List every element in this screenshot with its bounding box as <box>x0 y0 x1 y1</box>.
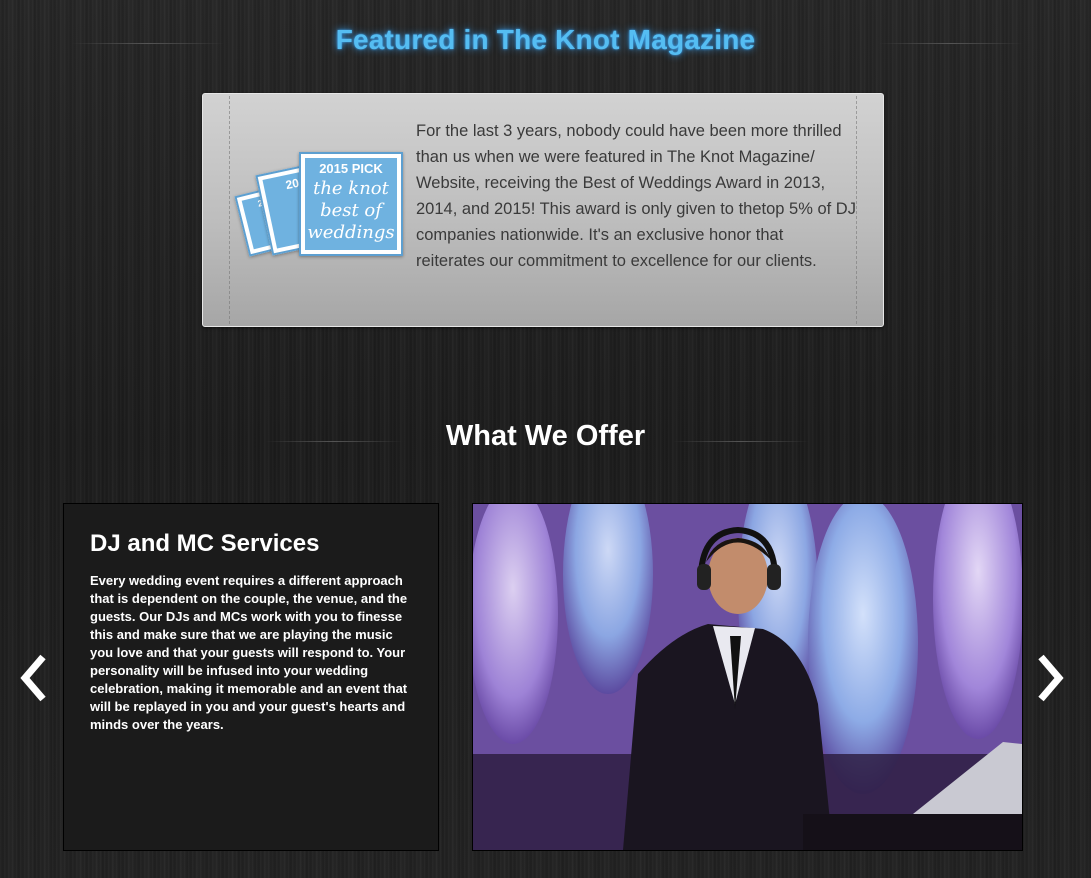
card-stitch-left <box>229 96 230 324</box>
carousel-prev-button[interactable] <box>18 653 48 703</box>
chevron-right-icon <box>1038 654 1064 702</box>
featured-description: For the last 3 years, nobody could have … <box>416 122 856 270</box>
knot-award-card: 2013 2014 2015 PICK the knot best of wed… <box>202 93 884 327</box>
dj-photo-image <box>473 504 1022 850</box>
offer-heading: What We Offer <box>445 420 646 452</box>
award-badge-2015: 2015 PICK the knot best of weddings <box>299 152 403 256</box>
featured-heading: Featured in The Knot Magazine <box>335 24 756 55</box>
service-card: DJ and MC Services Every wedding event r… <box>63 503 439 851</box>
card-stitch-right <box>856 96 857 324</box>
carousel-next-button[interactable] <box>1036 653 1066 703</box>
chevron-left-icon <box>20 654 46 702</box>
knot-award-badges: 2013 2014 2015 PICK the knot best of wed… <box>234 144 410 264</box>
service-title: DJ and MC Services <box>90 530 320 557</box>
dj-photo <box>472 503 1023 851</box>
service-description: Every wedding event requires a different… <box>90 573 408 732</box>
